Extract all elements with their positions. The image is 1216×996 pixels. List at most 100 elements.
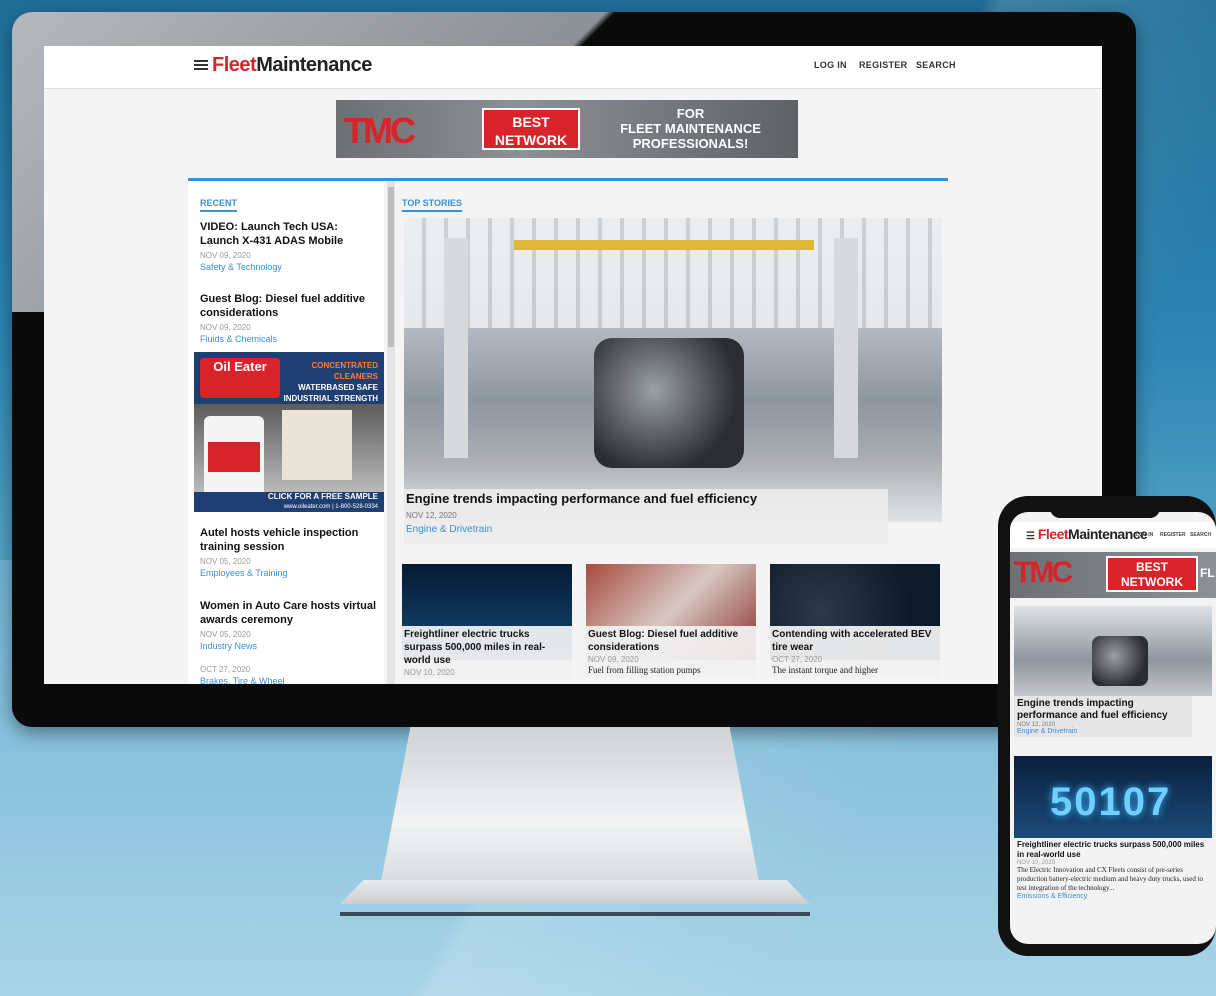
main-story-title[interactable]: Engine trends impacting performance and … xyxy=(406,491,757,506)
recent-scrollbar[interactable] xyxy=(387,181,395,684)
phone-header: ☰ FleetMaintenance LOG IN REGISTER SEARC… xyxy=(1010,522,1216,548)
scrollbar-thumb[interactable] xyxy=(388,187,394,347)
card-caption: Contending with accelerated BEV tire wea… xyxy=(770,626,940,677)
banner-line2: FLEET MAINTENANCE xyxy=(620,121,761,136)
image-engine xyxy=(594,338,744,468)
banner-line3: PROFESSIONALS! xyxy=(632,136,749,151)
recent-item-date: NOV 05, 2020 xyxy=(200,557,251,566)
phone-logo[interactable]: ☰ FleetMaintenance xyxy=(1026,526,1148,542)
main-story-category[interactable]: Engine & Drivetrain xyxy=(406,524,492,535)
recent-item-category[interactable]: Employees & Training xyxy=(200,568,380,578)
card-date: NOV 09, 2020 xyxy=(588,655,639,664)
card-desc: The instant torque and higher xyxy=(772,665,878,675)
phone-banner-fl: FL xyxy=(1200,566,1215,580)
phone-search-link[interactable]: SEARCH xyxy=(1190,532,1211,538)
story-card[interactable]: Guest Blog: Diesel fuel additive conside… xyxy=(586,564,756,684)
monitor-screen: FleetMaintenance LOG IN REGISTER SEARCH … xyxy=(44,46,1102,684)
site-logo[interactable]: FleetMaintenance xyxy=(212,54,372,77)
phone-main-story-category[interactable]: Engine & Drivetrain xyxy=(1017,728,1189,735)
phone-best-line2: NETWORK xyxy=(1121,575,1183,589)
recent-item[interactable]: Autel hosts vehicle inspection training … xyxy=(200,526,380,578)
main-story-image[interactable] xyxy=(404,218,942,522)
oil-eater-ad[interactable]: Oil Eater CONCENTRATED CLEANERS WATERBAS… xyxy=(194,352,384,512)
story-card[interactable]: Contending with accelerated BEV tire wea… xyxy=(770,564,940,684)
recent-item-title[interactable]: Guest Blog: Diesel fuel additive conside… xyxy=(200,292,380,320)
ad-line1: CONCENTRATED CLEANERS xyxy=(311,361,378,381)
oil-eater-logo: Oil Eater xyxy=(200,358,280,398)
image-crane-rail xyxy=(514,240,814,250)
recent-item-date: NOV 09, 2020 xyxy=(200,323,251,332)
ad-contact: www.oileater.com | 1-800-528-0334 xyxy=(283,504,378,510)
search-link[interactable]: SEARCH xyxy=(916,60,956,70)
recent-item-category[interactable]: Brakes, Tire & Wheel xyxy=(200,676,380,684)
login-link[interactable]: LOG IN xyxy=(814,60,847,70)
recent-item[interactable]: Guest Blog: Diesel fuel additive conside… xyxy=(200,292,380,344)
phone-card-category[interactable]: Emissions & Efficiency xyxy=(1017,893,1209,900)
card-title[interactable]: Guest Blog: Diesel fuel additive conside… xyxy=(588,628,754,654)
site-header: FleetMaintenance LOG IN REGISTER SEARCH xyxy=(44,46,1102,89)
top-stories-label: TOP STORIES xyxy=(402,198,463,212)
recent-item-title[interactable]: VIDEO: Launch Tech USA: Launch X-431 ADA… xyxy=(200,220,380,248)
main-story-date: NOV 12, 2020 xyxy=(406,511,457,520)
phone-tmc-logo: TMC xyxy=(1014,556,1073,589)
best-line2: NETWORK xyxy=(494,132,568,148)
recent-label: RECENT xyxy=(200,198,238,212)
phone-banner-ad[interactable]: TMC BEST NETWORK FL xyxy=(1010,552,1216,598)
phone-notch xyxy=(1050,500,1160,518)
phone-main-story-image[interactable] xyxy=(1014,606,1212,696)
tmc-banner-ad[interactable]: TMC BEST NETWORK FOR FLEET MAINTENANCE P… xyxy=(336,100,798,158)
recent-item-title[interactable]: Women in Auto Care hosts virtual awards … xyxy=(200,599,380,627)
card-date: OCT 27, 2020 xyxy=(772,655,823,664)
logo-part2: Maintenance xyxy=(256,54,372,76)
phone-login-link[interactable]: LOG IN xyxy=(1136,532,1153,538)
phone-card-big-text: 50107 xyxy=(1050,780,1172,824)
phone-register-link[interactable]: REGISTER xyxy=(1160,532,1186,538)
recent-item-category[interactable]: Fluids & Chemicals xyxy=(200,334,380,344)
phone-logo-part1: Fleet xyxy=(1037,526,1069,542)
ad-line2: WATERBASED SAFE xyxy=(298,383,378,392)
recent-item-date: NOV 05, 2020 xyxy=(200,630,251,639)
ad-parts-washer xyxy=(282,410,352,480)
card-title[interactable]: Contending with accelerated BEV tire wea… xyxy=(772,628,938,654)
recent-item-category[interactable]: Industry News xyxy=(200,641,380,651)
ad-cta-text: CLICK FOR A FREE SAMPLE xyxy=(267,492,378,501)
phone-main-story-title[interactable]: Engine trends impacting performance and … xyxy=(1017,698,1189,722)
card-caption: Freightliner electric trucks surpass 500… xyxy=(402,626,572,679)
phone-card-image[interactable]: 50107 xyxy=(1014,756,1212,838)
recent-item[interactable]: OCT 27, 2020 Brakes, Tire & Wheel xyxy=(200,662,380,684)
recent-item[interactable]: Women in Auto Care hosts virtual awards … xyxy=(200,599,380,651)
monitor-stand-edge xyxy=(340,912,810,916)
phone-best-badge: BEST NETWORK xyxy=(1106,556,1198,592)
ad-cta[interactable]: CLICK FOR A FREE SAMPLE www.oileater.com… xyxy=(194,492,384,512)
recent-item-date: NOV 09, 2020 xyxy=(200,251,251,260)
image-ceiling xyxy=(404,218,942,328)
banner-tagline: FOR FLEET MAINTENANCE PROFESSIONALS! xyxy=(588,106,793,151)
ad-text: CONCENTRATED CLEANERS WATERBASED SAFE IN… xyxy=(282,360,378,404)
recent-item[interactable]: VIDEO: Launch Tech USA: Launch X-431 ADA… xyxy=(200,220,380,272)
best-network-badge: BEST NETWORK xyxy=(482,108,580,150)
register-link[interactable]: REGISTER xyxy=(859,60,907,70)
story-card[interactable]: Freightliner electric trucks surpass 500… xyxy=(402,564,572,684)
card-caption: Guest Blog: Diesel fuel additive conside… xyxy=(586,626,756,677)
phone-main-story-caption: Engine trends impacting performance and … xyxy=(1014,696,1192,737)
phone-image-engine xyxy=(1092,636,1148,686)
banner-line1: FOR xyxy=(676,106,705,121)
phone-card-title[interactable]: Freightliner electric trucks surpass 500… xyxy=(1017,840,1209,860)
best-line1: BEST xyxy=(512,114,550,130)
monitor-stand xyxy=(380,727,760,887)
recent-item-category[interactable]: Safety & Technology xyxy=(200,262,380,272)
card-desc: Fuel from filling station pumps xyxy=(588,665,701,675)
recent-item-title[interactable]: Autel hosts vehicle inspection training … xyxy=(200,526,380,554)
card-date: NOV 10, 2020 xyxy=(404,668,455,677)
card-title[interactable]: Freightliner electric trucks surpass 500… xyxy=(404,628,570,667)
phone-card-desc: The Electric Innovation and CX Fleets co… xyxy=(1017,866,1204,892)
ad-line3: INDUSTRIAL STRENGTH xyxy=(283,394,378,403)
phone-menu-icon[interactable]: ☰ xyxy=(1026,531,1035,542)
phone-best-line1: BEST xyxy=(1135,560,1168,574)
hamburger-menu-icon[interactable] xyxy=(194,58,208,72)
ad-bucket-label xyxy=(208,442,260,472)
recent-item-date: OCT 27, 2020 xyxy=(200,665,251,674)
phone-card-caption: Freightliner electric trucks surpass 500… xyxy=(1014,838,1212,902)
tmc-logo: TMC xyxy=(344,110,416,151)
logo-part1: Fleet xyxy=(212,54,257,76)
